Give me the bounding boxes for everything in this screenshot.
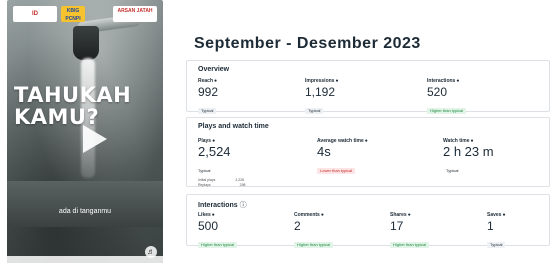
logo-middle: KBIG PCNPI [61,6,85,22]
metric-plays: Plays● 2,524 Typical Initial plays 2,226 … [198,138,246,187]
sink-image [7,181,163,227]
metric-likes: Likes● 500 Higher than typical [198,212,238,251]
status-badge: Higher than typical [294,242,334,248]
play-icon[interactable] [83,125,107,153]
plays-card: Plays and watch time Plays● 2,524 Typica… [186,117,550,187]
interactions-title: Interactions ⓘ [198,202,247,209]
metric-interactions: Interactions● 520 Higher than typical [427,78,467,117]
breakdown-row: Initial plays 2,226 [198,178,245,182]
metric-value: 4s [317,144,331,159]
metric-reach: Reach● 992 Typical [198,78,218,117]
plays-title: Plays and watch time [198,123,269,130]
info-icon: ● [214,78,218,84]
metric-saves: Saves● 1 Typical [487,212,506,251]
period-title: September - Desember 2023 [194,35,421,52]
status-badge: Typical [487,242,506,248]
status-badge: Typical [305,108,324,114]
info-icon: ● [211,212,215,218]
thumbnail-footer-strip [7,256,163,263]
metric-label: Reach● [198,78,218,84]
overview-card: Overview Reach● 992 Typical Impressions●… [186,60,550,114]
faucet-head-image [73,26,99,60]
metric-label: Impressions● [305,78,339,84]
metric-impressions: Impressions● 1,192 Typical [305,78,339,117]
thumbnail-caption: ada di tanganmu [58,208,112,215]
metric-value: 17 [390,219,404,233]
metric-label: Shares● [390,212,411,218]
metric-value: 2,524 [198,144,231,159]
metric-value: 1,192 [305,85,336,99]
info-icon: ● [502,212,506,218]
info-icon: ⓘ [239,202,247,209]
metric-value: 500 [198,219,219,233]
metric-label: Interactions● [427,78,460,84]
logo-left: ID [13,6,57,22]
metric-value: 992 [198,85,219,99]
info-icon: ● [456,78,460,84]
info-icon: ● [407,212,411,218]
status-badge: Higher than typical [198,242,238,248]
info-icon: ● [320,212,324,218]
status-badge: Typical [198,108,217,114]
insights-panel: September - Desember 2023 Overview Reach… [186,0,550,263]
info-icon: ● [335,78,339,84]
metric-label: Comments● [294,212,324,218]
status-badge: Lower than typical [317,168,356,174]
status-badge: Typical [446,168,459,173]
status-badge: Typical [198,168,211,173]
metric-comments: Comments● 2 Higher than typical [294,212,334,251]
metric-label: Saves● [487,212,506,218]
logo-right: ARSAN JATAH [113,6,157,22]
metric-value: 1 [487,219,494,233]
interactions-card: Interactions ⓘ Likes● 500 Higher than ty… [186,194,550,248]
breakdown-row: Replays 298 [198,183,246,187]
metric-value: 520 [427,85,448,99]
info-icon: ● [364,138,368,144]
metric-average-watch-time: Average watch time● 4s Lower than typica… [317,138,368,177]
metric-watch-time: Watch time● 2 h 23 m Typical [443,138,494,177]
video-thumbnail[interactable]: ID KBIG PCNPI ARSAN JATAH TAHUKAH KAMU? … [7,0,163,263]
metric-shares: Shares● 17 Higher than typical [390,212,430,251]
metric-value: 2 [294,219,301,233]
overview-title: Overview [198,66,230,73]
metric-label: Likes● [198,212,215,218]
status-badge: Higher than typical [390,242,430,248]
status-badge: Higher than typical [427,108,467,114]
thumbnail-headline: TAHUKAH KAMU? [14,83,132,129]
metric-value: 2 h 23 m [443,144,494,159]
